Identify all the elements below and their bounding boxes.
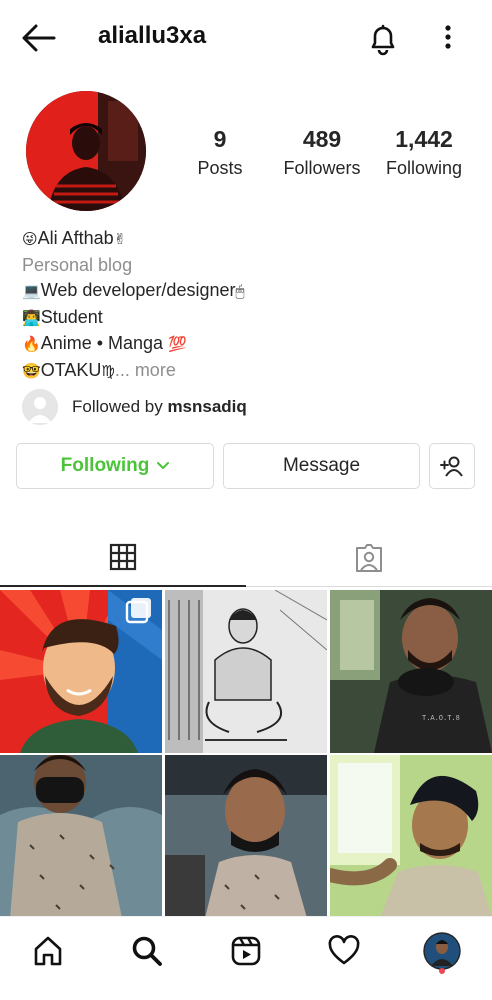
- followers-label: Followers: [283, 158, 361, 178]
- bio-line: 🤓OTAKU♍... more: [22, 358, 472, 385]
- more-vertical-icon[interactable]: [436, 22, 460, 52]
- back-arrow-icon[interactable]: [20, 22, 56, 54]
- emoji-mouse: 🖱: [235, 282, 245, 300]
- emoji-wink: 😜: [22, 230, 38, 248]
- bio-text: Web developer/designer: [40, 280, 236, 300]
- following-button[interactable]: Following: [16, 443, 214, 489]
- bio-text: Anime • Manga: [40, 333, 164, 353]
- post-thumbnail[interactable]: [330, 755, 492, 918]
- emoji-virgo: ♍: [101, 361, 115, 380]
- top-bar: aliallu3xa: [0, 0, 492, 76]
- emoji-nerd: 🤓: [22, 361, 41, 380]
- heart-icon[interactable]: [320, 927, 368, 975]
- followed-by-text: Followed by msnsadiq: [72, 397, 247, 417]
- grid-icon: [109, 543, 137, 571]
- profile-avatar[interactable]: [26, 91, 146, 211]
- add-user-button[interactable]: [429, 443, 475, 489]
- full-name: Ali Afthab: [37, 228, 114, 248]
- emoji-fire: 🔥: [22, 335, 41, 353]
- tagged-person-icon: [354, 543, 384, 573]
- following-count[interactable]: 1,442 Following: [378, 126, 470, 178]
- bio-text: OTAKU: [40, 359, 102, 380]
- bio-line: 👨‍💻Student: [22, 305, 472, 332]
- reels-icon[interactable]: [222, 927, 270, 975]
- profile-bio: 😜Ali Afthab✌ Personal blog 💻Web develope…: [22, 226, 472, 384]
- emoji-technologist: 👨‍💻: [22, 308, 41, 327]
- profile-username: aliallu3xa: [98, 22, 207, 49]
- chevron-down-icon: [157, 462, 170, 470]
- home-icon[interactable]: [24, 927, 72, 975]
- emoji-victory: ✌: [113, 230, 127, 248]
- post-thumbnail[interactable]: [0, 590, 162, 753]
- shirt-print: T.A.O.T.8: [422, 715, 460, 723]
- bio-line: 🔥Anime • Manga 💯: [22, 331, 472, 358]
- bottom-navigation: [0, 916, 492, 1000]
- post-thumbnail[interactable]: [0, 755, 162, 918]
- notification-dot: [439, 968, 445, 974]
- search-icon[interactable]: [123, 927, 171, 975]
- post-thumbnail[interactable]: T.A.O.T.8: [330, 590, 492, 753]
- bio-more-link[interactable]: ... more: [115, 360, 176, 380]
- followed-by[interactable]: Followed by msnsadiq: [22, 389, 247, 425]
- followed-by-user[interactable]: msnsadiq: [167, 397, 246, 416]
- followers-count[interactable]: 489 Followers: [276, 126, 368, 178]
- bio-text: Student: [40, 306, 103, 327]
- follower-avatar: [22, 389, 58, 425]
- post-thumbnail[interactable]: [165, 590, 327, 753]
- following-button-label: Following: [60, 455, 150, 476]
- profile-category: Personal blog: [22, 254, 133, 275]
- add-user-icon: [439, 455, 465, 477]
- followed-by-prefix: Followed by: [72, 397, 168, 416]
- posts-number: 9: [213, 126, 227, 152]
- emoji-hundred: 💯: [168, 335, 187, 353]
- posts-label: Posts: [197, 158, 243, 178]
- profile-tabs: [0, 529, 492, 587]
- tab-tagged[interactable]: [246, 529, 492, 587]
- posts-count[interactable]: 9 Posts: [184, 126, 256, 178]
- following-label: Following: [385, 158, 463, 178]
- tab-grid[interactable]: [0, 529, 246, 587]
- bell-icon[interactable]: [364, 20, 402, 58]
- emoji-laptop: 💻: [22, 282, 41, 300]
- bio-line: 💻Web developer/designer🖱: [22, 278, 472, 305]
- post-thumbnail[interactable]: [165, 755, 327, 918]
- bio-name-line: 😜Ali Afthab✌: [22, 226, 472, 253]
- message-button[interactable]: Message: [223, 443, 420, 489]
- following-number: 1,442: [395, 126, 453, 152]
- followers-number: 489: [302, 126, 342, 152]
